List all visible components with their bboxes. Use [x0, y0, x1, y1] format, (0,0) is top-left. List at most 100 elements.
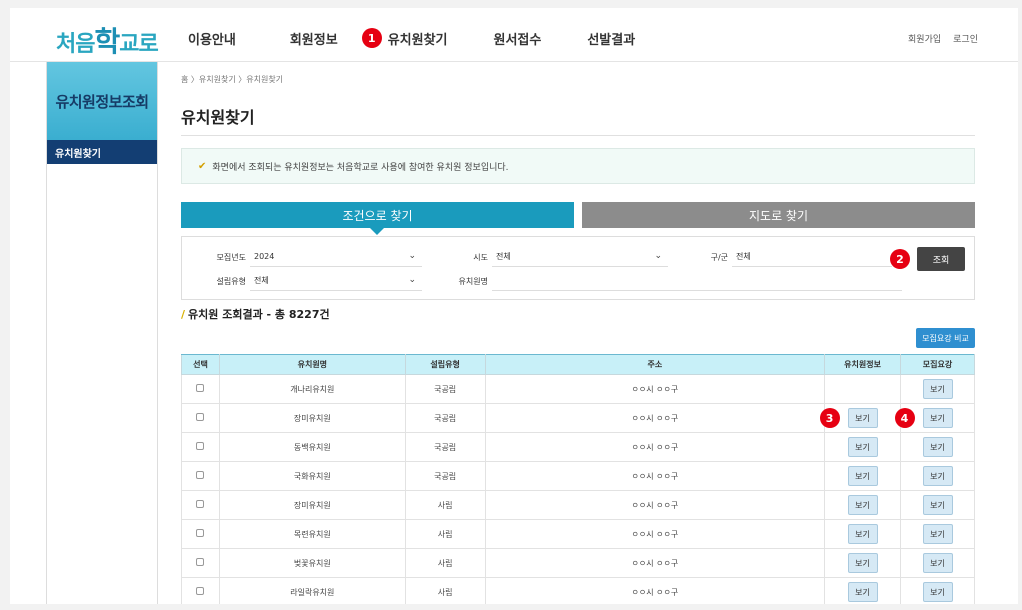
- type-cell: 사립: [404, 519, 486, 549]
- info-cell: 보기: [824, 490, 902, 520]
- search-row-1: 모집년도 2024 ⌄ 시도 전체 ⌄ 구/군 전체: [182, 247, 976, 267]
- step-badge: 3: [819, 408, 840, 428]
- type-cell: 국공립: [404, 374, 486, 404]
- row-checkbox[interactable]: [196, 413, 205, 421]
- header: 처음학교로 이용안내 회원정보 1 유치원찾기 원서접수 선발결과 회원가입 로그…: [10, 8, 1018, 62]
- recruit-cell: 보기: [900, 374, 975, 404]
- name-cell: 장미유치원: [218, 490, 406, 520]
- col-header: 주소: [484, 354, 826, 375]
- info-cell: [824, 374, 902, 404]
- select-cell: [181, 577, 220, 604]
- nav-label: 이용안내: [188, 32, 236, 48]
- type-select[interactable]: 전체 ⌄: [250, 271, 422, 291]
- nav-item-apply[interactable]: 원서접수: [494, 28, 542, 48]
- recruit-view-button[interactable]: 보기: [922, 408, 953, 428]
- site-logo[interactable]: 처음학교로: [56, 20, 159, 60]
- active-tab-arrow-icon: [370, 228, 384, 235]
- search-row-2: 설립유형 전체 ⌄ 유치원명: [182, 271, 976, 291]
- name-cell: 동백유치원: [218, 432, 406, 462]
- name-label: 유치원명: [458, 277, 488, 286]
- row-checkbox[interactable]: [196, 384, 205, 392]
- sido-label: 시도: [473, 253, 488, 262]
- select-cell: [181, 461, 220, 491]
- result-title-text: 유치원 조회결과 - 총 8227건: [188, 308, 330, 321]
- tab-label: 조건으로 찾기: [342, 208, 413, 223]
- table-row: 개나리유치원 국공립 ㅇㅇ시 ㅇㅇ구 보기: [181, 374, 975, 404]
- notice-box: ✔ 화면에서 조회되는 유치원정보는 처음학교로 사용에 참여한 유치원 정보입…: [181, 148, 975, 184]
- nav-item-member[interactable]: 회원정보: [290, 28, 338, 48]
- info-view-button[interactable]: 보기: [847, 524, 878, 544]
- select-cell: [181, 403, 220, 433]
- sidebar-title: 유치원정보조회: [47, 62, 157, 140]
- sido-select[interactable]: 전체 ⌄: [492, 247, 668, 267]
- info-cell: 보기: [824, 432, 902, 462]
- recruit-view-button[interactable]: 보기: [922, 553, 953, 573]
- compare-button[interactable]: 모집요강 비교: [916, 328, 975, 348]
- gugun-field[interactable]: 전체: [732, 247, 892, 267]
- year-select[interactable]: 2024 ⌄: [250, 247, 422, 267]
- info-view-button[interactable]: 보기: [847, 582, 878, 602]
- info-view-button[interactable]: 보기: [847, 553, 878, 573]
- result-table: 선택 유치원명 설립유형 주소 유치원정보 모집요강 개나리유치원 국공립 ㅇㅇ…: [181, 354, 975, 604]
- addr-cell: ㅇㅇ시 ㅇㅇ구: [484, 403, 826, 433]
- tab-map-search[interactable]: 지도로 찾기: [582, 202, 975, 228]
- search-form: 모집년도 2024 ⌄ 시도 전체 ⌄ 구/군 전체 설립유형 전체 ⌄ 유치원…: [181, 236, 975, 300]
- recruit-view-button[interactable]: 보기: [922, 437, 953, 457]
- row-checkbox[interactable]: [196, 442, 205, 450]
- addr-cell: ㅇㅇ시 ㅇㅇ구: [484, 577, 826, 604]
- signup-link[interactable]: 회원가입: [908, 32, 941, 45]
- info-cell: 3 보기: [819, 403, 902, 433]
- gugun-value: 전체: [736, 252, 751, 261]
- row-checkbox[interactable]: [196, 500, 205, 508]
- row-checkbox[interactable]: [196, 558, 205, 566]
- recruit-view-button[interactable]: 보기: [922, 379, 953, 399]
- nav-item-find[interactable]: 1 유치원찾기: [361, 28, 448, 48]
- recruit-view-button[interactable]: 보기: [922, 466, 953, 486]
- search-button[interactable]: 조회: [917, 247, 965, 271]
- addr-cell: ㅇㅇ시 ㅇㅇ구: [484, 519, 826, 549]
- info-wrap: 3 보기: [819, 408, 878, 428]
- nav-item-guide[interactable]: 이용안내: [188, 28, 236, 48]
- sidebar-item-find[interactable]: 유치원찾기: [47, 140, 157, 164]
- row-checkbox[interactable]: [196, 529, 205, 537]
- step-badge: 2: [890, 249, 910, 269]
- page-title: 유치원찾기: [181, 108, 255, 127]
- recruit-view-button[interactable]: 보기: [922, 495, 953, 515]
- chevron-down-icon: ⌄: [654, 251, 662, 261]
- table-row: 국화유치원 국공립 ㅇㅇ시 ㅇㅇ구 보기 보기: [181, 461, 975, 491]
- tab-condition-search[interactable]: 조건으로 찾기: [181, 202, 574, 235]
- info-view-button[interactable]: 보기: [847, 437, 878, 457]
- info-view-button[interactable]: 보기: [847, 495, 878, 515]
- nav-label: 선발결과: [587, 32, 636, 48]
- row-checkbox[interactable]: [196, 587, 205, 595]
- main-nav: 이용안내 회원정보 1 유치원찾기 원서접수 선발결과: [188, 28, 689, 48]
- recruit-view-button[interactable]: 보기: [922, 524, 953, 544]
- info-view-button[interactable]: 보기: [847, 466, 878, 486]
- name-input[interactable]: [492, 271, 902, 291]
- name-cell: 벚꽃유치원: [218, 548, 406, 578]
- notice-text: 화면에서 조회되는 유치원정보는 처음학교로 사용에 참여한 유치원 정보입니다…: [212, 162, 509, 173]
- recruit-view-button[interactable]: 보기: [922, 582, 953, 602]
- table-row: 장미유치원 국공립 ㅇㅇ시 ㅇㅇ구 3 보기 4 보기: [181, 403, 975, 433]
- recruit-cell: 보기: [900, 432, 975, 462]
- table-row: 벚꽃유치원 사립 ㅇㅇ시 ㅇㅇ구 보기 보기: [181, 548, 975, 578]
- select-cell: [181, 374, 220, 404]
- row-checkbox[interactable]: [196, 471, 205, 479]
- nav-item-result[interactable]: 선발결과: [587, 28, 635, 48]
- login-link[interactable]: 로그인: [953, 32, 978, 45]
- select-cell: [181, 490, 220, 520]
- addr-cell: ㅇㅇ시 ㅇㅇ구: [484, 432, 826, 462]
- util-links: 회원가입 로그인: [908, 32, 978, 45]
- col-header: 유치원정보: [824, 354, 902, 375]
- type-cell: 사립: [404, 577, 486, 604]
- search-tabs: 조건으로 찾기 지도로 찾기: [181, 202, 975, 235]
- addr-cell: ㅇㅇ시 ㅇㅇ구: [484, 490, 826, 520]
- addr-cell: ㅇㅇ시 ㅇㅇ구: [484, 548, 826, 578]
- info-view-button[interactable]: 보기: [847, 408, 878, 428]
- col-header: 설립유형: [404, 354, 486, 375]
- name-cell: 목련유치원: [218, 519, 406, 549]
- breadcrumb: 홈 〉유치원찾기 〉유치원찾기: [181, 75, 284, 84]
- info-cell: 보기: [824, 519, 902, 549]
- tab-label: 지도로 찾기: [748, 208, 808, 223]
- addr-cell: ㅇㅇ시 ㅇㅇ구: [484, 461, 826, 491]
